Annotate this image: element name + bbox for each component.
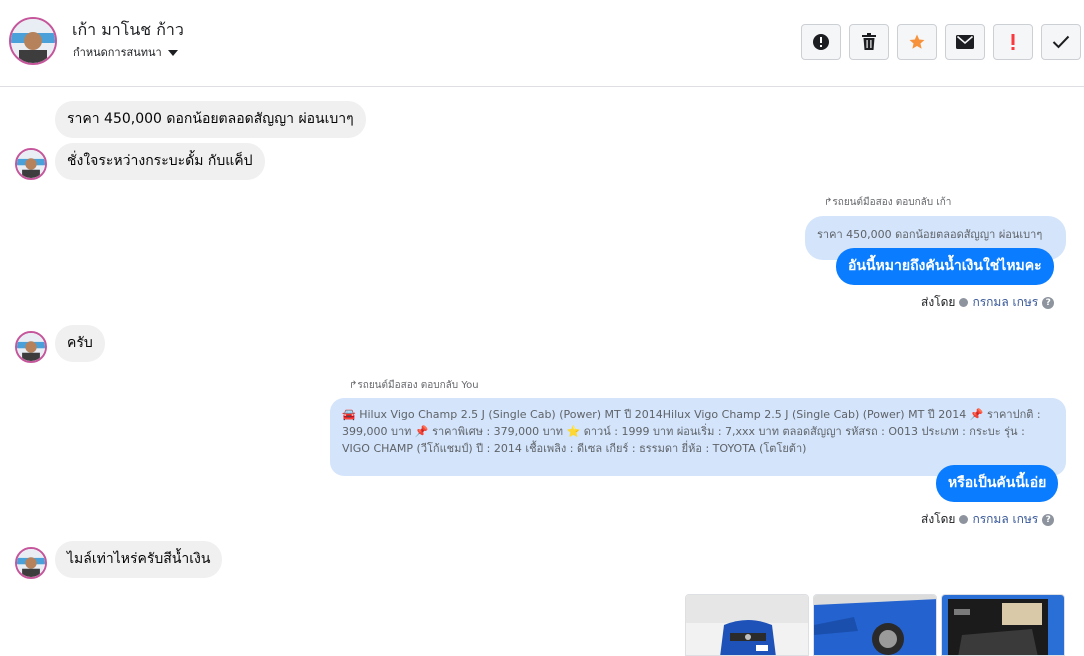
sent-by-info: ส่งโดย กรกมล เกษร ?: [921, 293, 1055, 312]
conversation-settings-label: กำหนดการสนทนา: [73, 46, 162, 59]
outgoing-message[interactable]: อันนี้หมายถึงคันน้ำเงินใช่ไหมคะ: [836, 248, 1054, 285]
contact-name[interactable]: เก้า มาโนช ก้าว: [72, 18, 184, 43]
conversation-settings-dropdown[interactable]: กำหนดการสนทนา: [73, 43, 178, 61]
sender-avatar: [15, 331, 47, 363]
alert-circle-icon: [813, 34, 829, 50]
conversation-header: เก้า มาโนช ก้าว กำหนดการสนทนา: [0, 0, 1084, 87]
incoming-message[interactable]: ไมล์เท่าไหร่ครับสีน้ำเงิน: [55, 541, 223, 578]
reply-label: ↱รถยนต์มือสอง ตอบกลับ You: [349, 380, 479, 391]
sender-name[interactable]: กรกมล เกษร: [972, 293, 1038, 312]
mark-done-button[interactable]: [1041, 24, 1081, 60]
delete-button[interactable]: [849, 24, 889, 60]
envelope-icon: [956, 35, 974, 49]
incoming-message[interactable]: ราคา 450,000 ดอกน้อยตลอดสัญญา ผ่อนเบาๆ: [55, 101, 366, 138]
incoming-message[interactable]: ครับ: [55, 325, 105, 362]
outgoing-message[interactable]: หรือเป็นคันนี้เอ่ย: [936, 465, 1059, 502]
spam-button[interactable]: [993, 24, 1033, 60]
car-photo-thumbnail[interactable]: [941, 594, 1065, 656]
help-icon[interactable]: ?: [1042, 513, 1055, 526]
sender-avatar: [15, 148, 47, 180]
sender-avatar: [15, 547, 47, 579]
reply-label: ↱รถยนต์มือสอง ตอบกลับ เก้า: [824, 197, 952, 208]
sender-name[interactable]: กรกมล เกษร: [972, 510, 1038, 529]
verified-icon: [959, 515, 969, 524]
incoming-message[interactable]: ชั่งใจระหว่างกระบะดั้ม กับแค็ป: [55, 143, 265, 180]
verified-icon: [959, 298, 969, 307]
car-photo-thumbnail[interactable]: [685, 594, 809, 656]
mark-unread-button[interactable]: [945, 24, 985, 60]
sent-by-info: ส่งโดย กรกมล เกษร ?: [921, 510, 1055, 529]
caret-down-icon: [167, 49, 178, 56]
car-photo-thumbnail[interactable]: [813, 594, 937, 656]
exclamation-icon: [1011, 34, 1015, 50]
help-icon[interactable]: ?: [1042, 296, 1055, 309]
star-icon: [909, 34, 925, 49]
contact-avatar[interactable]: [9, 17, 57, 65]
trash-icon: [862, 33, 876, 50]
star-button[interactable]: [897, 24, 937, 60]
report-button[interactable]: [801, 24, 841, 60]
check-icon: [1052, 35, 1070, 49]
